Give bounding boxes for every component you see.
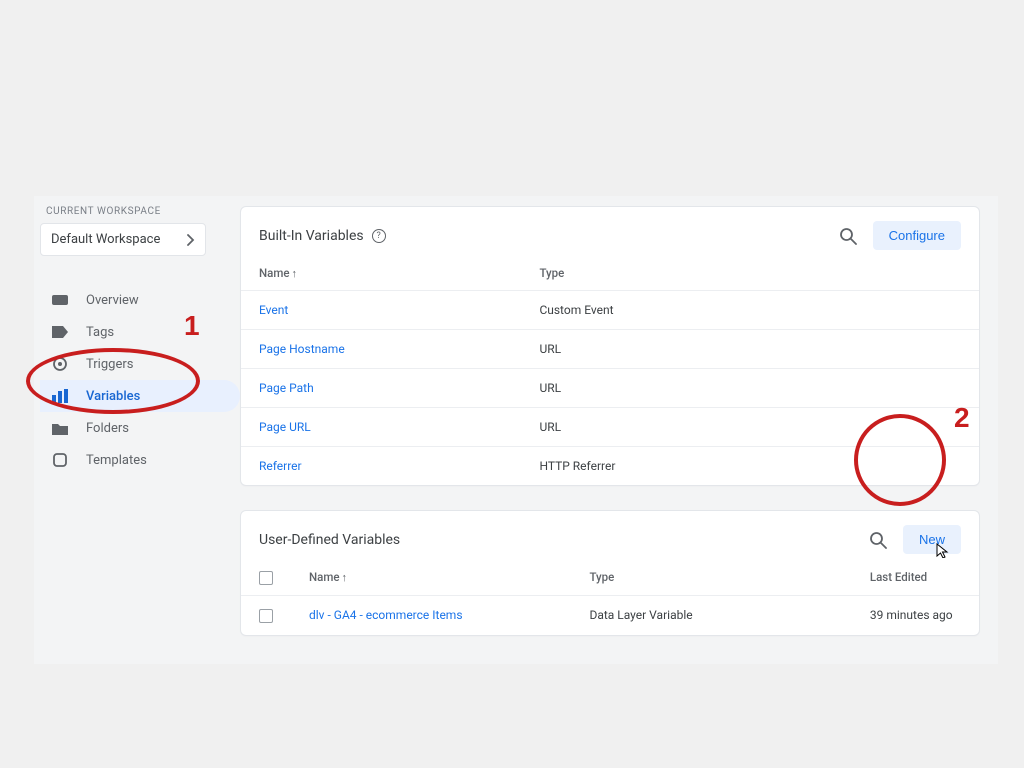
var-name[interactable]: Page Path bbox=[241, 369, 521, 408]
variables-icon bbox=[52, 388, 68, 404]
sidebar-item-triggers[interactable]: Triggers bbox=[40, 348, 240, 380]
var-type: Custom Event bbox=[521, 291, 979, 330]
folder-icon bbox=[52, 420, 68, 436]
configure-button[interactable]: Configure bbox=[873, 221, 961, 250]
builtin-table: Name↑ Type EventCustom Event Page Hostna… bbox=[241, 256, 979, 485]
var-type: URL bbox=[521, 369, 979, 408]
sort-up-icon: ↑ bbox=[292, 267, 298, 280]
var-type: Data Layer Variable bbox=[571, 595, 851, 634]
userdef-variables-card: User-Defined Variables New bbox=[240, 510, 980, 636]
var-last-edited: 39 minutes ago bbox=[852, 595, 979, 634]
builtin-title-text: Built-In Variables bbox=[259, 228, 364, 244]
chevron-right-icon bbox=[187, 234, 195, 246]
table-row[interactable]: Page URLURL bbox=[241, 408, 979, 447]
var-name[interactable]: dlv - GA4 - ecommerce Items bbox=[291, 595, 571, 634]
cursor-icon bbox=[936, 543, 949, 558]
target-icon bbox=[52, 356, 68, 372]
checkbox-icon[interactable] bbox=[259, 609, 273, 623]
var-type: URL bbox=[521, 330, 979, 369]
var-type: HTTP Referrer bbox=[521, 447, 979, 486]
userdef-table: Name↑ Type Last Edited dlv - GA4 - ecomm… bbox=[241, 560, 979, 635]
sidebar-item-templates[interactable]: Templates bbox=[40, 444, 240, 476]
sidebar-item-folders[interactable]: Folders bbox=[40, 412, 240, 444]
search-icon[interactable] bbox=[869, 531, 887, 549]
sidebar-item-label: Tags bbox=[86, 325, 114, 340]
table-row[interactable]: EventCustom Event bbox=[241, 291, 979, 330]
sidebar-item-label: Variables bbox=[86, 389, 140, 404]
sidebar-item-tags[interactable]: Tags bbox=[40, 316, 240, 348]
workspace-selected: Default Workspace bbox=[51, 232, 160, 247]
sidebar-item-label: Overview bbox=[86, 293, 139, 308]
workspace-label: CURRENT WORKSPACE bbox=[46, 206, 240, 217]
sidebar-item-variables[interactable]: Variables bbox=[40, 380, 240, 412]
table-row[interactable]: Page HostnameURL bbox=[241, 330, 979, 369]
col-checkbox[interactable] bbox=[241, 560, 291, 595]
builtin-variables-card: Built-In Variables ? Configure Name↑ bbox=[240, 206, 980, 486]
templates-icon bbox=[52, 452, 68, 468]
sort-up-icon: ↑ bbox=[342, 571, 348, 584]
table-row[interactable]: ReferrerHTTP Referrer bbox=[241, 447, 979, 486]
search-icon[interactable] bbox=[839, 227, 857, 245]
workspace-select[interactable]: Default Workspace bbox=[40, 223, 206, 256]
dashboard-icon bbox=[52, 292, 68, 308]
col-type[interactable]: Type bbox=[571, 560, 851, 595]
sidebar-item-label: Templates bbox=[86, 453, 147, 468]
var-name[interactable]: Page Hostname bbox=[241, 330, 521, 369]
table-row[interactable]: Page PathURL bbox=[241, 369, 979, 408]
builtin-title: Built-In Variables ? bbox=[259, 228, 386, 244]
userdef-title: User-Defined Variables bbox=[259, 532, 400, 548]
table-row[interactable]: dlv - GA4 - ecommerce Items Data Layer V… bbox=[241, 595, 979, 634]
tag-icon bbox=[52, 324, 68, 340]
col-last-edited[interactable]: Last Edited bbox=[852, 560, 979, 595]
row-checkbox[interactable] bbox=[241, 595, 291, 634]
sidebar-nav: Overview Tags Triggers bbox=[40, 284, 240, 476]
col-type[interactable]: Type bbox=[521, 256, 979, 291]
var-name[interactable]: Referrer bbox=[241, 447, 521, 486]
col-name[interactable]: Name↑ bbox=[241, 256, 521, 291]
checkbox-icon[interactable] bbox=[259, 571, 273, 585]
col-name[interactable]: Name↑ bbox=[291, 560, 571, 595]
var-name[interactable]: Page URL bbox=[241, 408, 521, 447]
sidebar-item-overview[interactable]: Overview bbox=[40, 284, 240, 316]
var-type: URL bbox=[521, 408, 979, 447]
help-icon[interactable]: ? bbox=[372, 229, 386, 243]
sidebar-item-label: Folders bbox=[86, 421, 129, 436]
new-button[interactable]: New bbox=[903, 525, 961, 554]
var-name[interactable]: Event bbox=[241, 291, 521, 330]
sidebar-item-label: Triggers bbox=[86, 357, 133, 372]
